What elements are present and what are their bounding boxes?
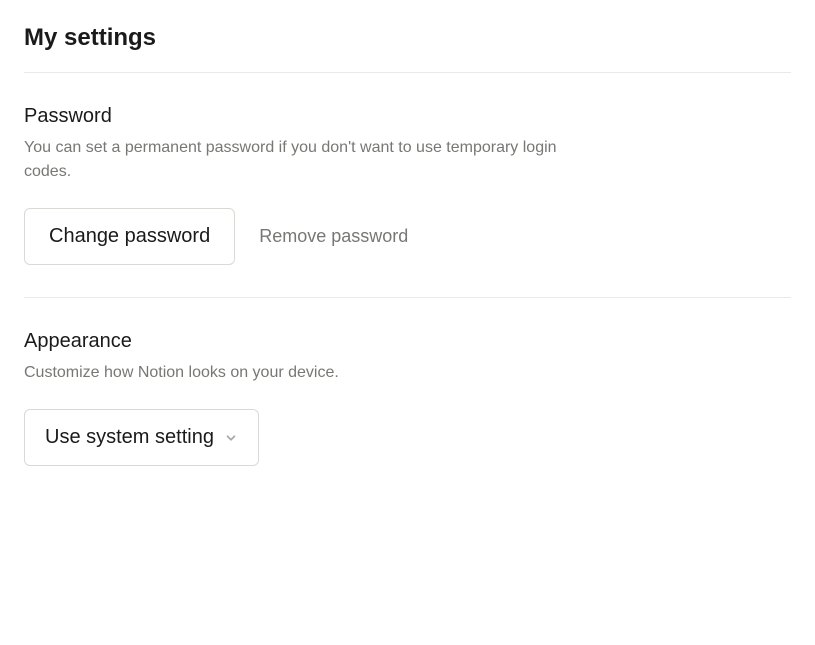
appearance-section: Appearance Customize how Notion looks on…: [24, 298, 791, 498]
appearance-dropdown[interactable]: Use system setting: [24, 409, 259, 466]
remove-password-button[interactable]: Remove password: [259, 226, 408, 247]
change-password-button[interactable]: Change password: [24, 208, 235, 265]
password-section-title: Password: [24, 105, 791, 128]
appearance-dropdown-value: Use system setting: [45, 426, 214, 449]
password-section-description: You can set a permanent password if you …: [24, 136, 584, 184]
password-section: Password You can set a permanent passwor…: [24, 73, 791, 297]
password-button-row: Change password Remove password: [24, 208, 791, 265]
chevron-down-icon: [224, 431, 238, 445]
appearance-section-title: Appearance: [24, 330, 791, 353]
appearance-section-description: Customize how Notion looks on your devic…: [24, 361, 584, 385]
page-title: My settings: [24, 24, 791, 52]
